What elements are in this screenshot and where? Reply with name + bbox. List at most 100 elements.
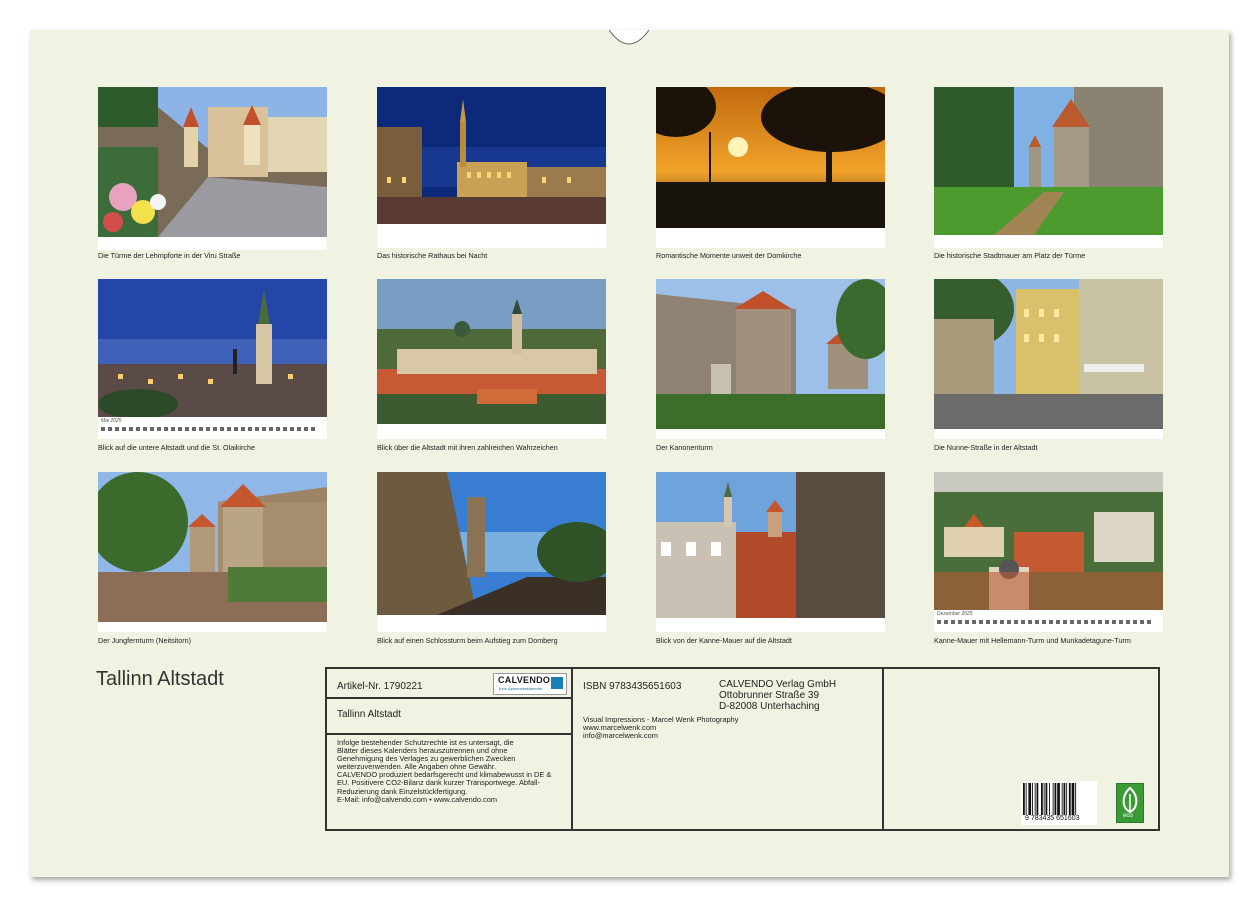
month-grid: Dezember 2025 <box>934 610 1163 632</box>
day-cell <box>276 427 280 431</box>
barcode-bar <box>1052 783 1054 815</box>
maiden-tower-photo <box>98 472 327 622</box>
day-cell <box>150 427 154 431</box>
day-cell <box>993 620 997 624</box>
barcode-bar <box>1041 783 1043 815</box>
sunset-photo <box>656 87 885 228</box>
day-cell <box>136 427 140 431</box>
day-cell <box>1105 620 1109 624</box>
legal-text: Infolge bestehender Schutzrechte ist es … <box>337 738 552 804</box>
day-cell <box>227 427 231 431</box>
olai-church-photo <box>98 279 327 417</box>
photo-caption: Blick über die Altstadt mit ihren zahlre… <box>377 443 558 452</box>
day-cell <box>972 620 976 624</box>
isbn: ISBN 9783435651603 <box>583 681 682 692</box>
day-cell <box>178 427 182 431</box>
day-cell <box>1021 620 1025 624</box>
barcode-bar <box>1057 783 1060 815</box>
barcode-bar <box>1054 783 1057 815</box>
publisher-address: CALVENDO Verlag GmbH Ottobrunner Straße … <box>719 679 837 712</box>
barcode-bar <box>1049 783 1050 815</box>
barcode-bar <box>1066 783 1068 815</box>
kanne-wall-photo <box>656 472 885 618</box>
product-title: Tallinn Altstadt <box>337 709 401 720</box>
day-cell <box>1028 620 1032 624</box>
day-cell <box>958 620 962 624</box>
day-cell <box>122 427 126 431</box>
rooftops-photo <box>934 472 1163 610</box>
cannon-tower-photo <box>656 279 885 429</box>
day-cell <box>986 620 990 624</box>
day-cell <box>129 427 133 431</box>
day-cell <box>1042 620 1046 624</box>
photo-caption: Blick auf die untere Altstadt und die St… <box>98 443 256 452</box>
city-wall-photo <box>934 87 1163 235</box>
day-cell <box>192 427 196 431</box>
day-cell <box>108 427 112 431</box>
eco-label-icon: eco <box>1116 783 1144 823</box>
day-cell <box>1098 620 1102 624</box>
panorama-photo <box>377 279 606 424</box>
hanger-hook <box>609 30 649 45</box>
barcode-bar <box>1061 783 1063 815</box>
day-cell <box>199 427 203 431</box>
author-info: Visual Impressions - Marcel Wenk Photogr… <box>583 715 739 741</box>
photo-caption: Blick von der Kanne-Mauer auf die Altsta… <box>656 636 792 645</box>
nunne-street-photo <box>934 279 1163 429</box>
day-cell <box>234 427 238 431</box>
day-cell <box>213 427 217 431</box>
day-cell <box>311 427 315 431</box>
town-hall-night-photo <box>377 87 606 224</box>
day-cell <box>283 427 287 431</box>
barcode-bar <box>1028 783 1032 815</box>
day-cell <box>171 427 175 431</box>
day-cell <box>1119 620 1123 624</box>
barcode-bar <box>1034 783 1036 815</box>
photo-caption: Romantische Momente unweit der Domkirche <box>656 251 802 260</box>
photo-caption: Die Türme der Lehmpforte in der Viru Str… <box>98 251 241 260</box>
barcode-bar <box>1036 783 1039 815</box>
barcode-bar <box>1032 783 1033 815</box>
day-cell <box>1035 620 1039 624</box>
day-cell <box>269 427 273 431</box>
barcode-bar <box>1043 783 1045 815</box>
day-cell <box>262 427 266 431</box>
day-cell <box>101 427 105 431</box>
day-cell <box>937 620 941 624</box>
article-number: Artikel-Nr. 1790221 <box>337 681 423 692</box>
day-cell <box>1007 620 1011 624</box>
photo-caption: Blick auf einen Schlossturm beim Aufstie… <box>377 636 558 645</box>
photo-caption: Die historische Stadtmauer am Platz der … <box>934 251 1086 260</box>
photo-caption: Kanne-Mauer mit Hellemann-Turm und Munka… <box>934 636 1131 645</box>
barcode-bar <box>1045 783 1048 815</box>
day-cell <box>1063 620 1067 624</box>
day-cell <box>248 427 252 431</box>
info-panel: Artikel-Nr. 1790221 CALVENDO Kein Alpenr… <box>325 667 1160 831</box>
photo-caption: Die Nunne-Straße in der Altstadt <box>934 443 1038 452</box>
day-cell <box>115 427 119 431</box>
day-cell <box>143 427 147 431</box>
day-cell <box>1070 620 1074 624</box>
day-cell <box>185 427 189 431</box>
barcode-bar <box>1075 783 1077 815</box>
day-cell <box>1091 620 1095 624</box>
photo-caption: Der Kanonenturm <box>656 443 713 452</box>
barcode-bar <box>1025 783 1027 815</box>
day-cell <box>1049 620 1053 624</box>
day-cell <box>944 620 948 624</box>
day-cell <box>206 427 210 431</box>
day-cell <box>241 427 245 431</box>
day-cell <box>255 427 259 431</box>
day-cell <box>297 427 301 431</box>
day-cell <box>1126 620 1130 624</box>
logo-mark-icon <box>551 677 563 689</box>
castle-tower-photo <box>377 472 606 615</box>
day-cell <box>965 620 969 624</box>
photo-caption: Das historische Rathaus bei Nacht <box>377 251 488 260</box>
day-cell <box>951 620 955 624</box>
day-cell <box>304 427 308 431</box>
day-cell <box>1140 620 1144 624</box>
day-cell <box>290 427 294 431</box>
barcode-bar <box>1068 783 1071 815</box>
day-cell <box>1014 620 1018 624</box>
